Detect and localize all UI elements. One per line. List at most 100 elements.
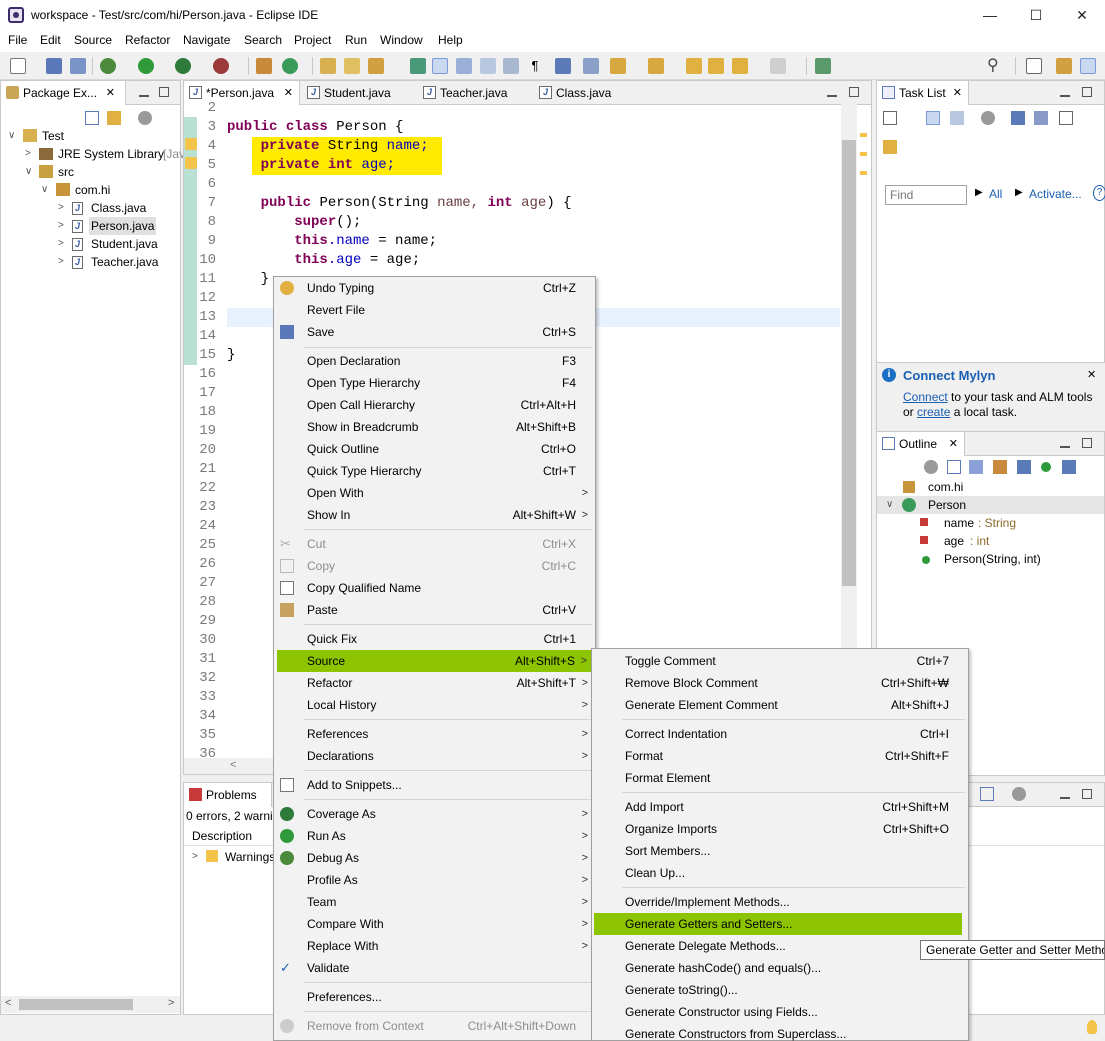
activate-link[interactable]: Activate... — [1029, 187, 1082, 201]
view-menu-icon[interactable] — [138, 111, 152, 125]
code-line-5[interactable]: private int age; — [227, 156, 395, 175]
focus-icon[interactable] — [1012, 787, 1026, 801]
menu-item-paste[interactable]: Paste Ctrl+V — [274, 599, 595, 621]
run-icon[interactable] — [138, 58, 154, 74]
submenu-organize-imports[interactable]: Organize Imports Ctrl+Shift+O — [592, 818, 968, 840]
scrollbar-thumb[interactable] — [842, 140, 856, 586]
maximize-view-icon[interactable] — [1082, 438, 1092, 448]
open-type-icon[interactable] — [320, 58, 336, 74]
submenu-remove-block-comment[interactable]: Remove Block Comment Ctrl+Shift+₩ — [592, 672, 968, 694]
next-annotation-icon[interactable] — [410, 58, 426, 74]
lightbulb-icon[interactable] — [1087, 1020, 1097, 1034]
minimize-view-icon[interactable] — [827, 87, 837, 97]
code-line-11[interactable]: } — [227, 270, 269, 289]
forward-history-icon[interactable] — [708, 58, 724, 74]
menu-item-quick-fix[interactable]: Quick Fix Ctrl+1 — [274, 628, 595, 650]
menu-item-remove-from-context[interactable]: Remove from Context Ctrl+Alt+Shift+Down — [274, 1015, 595, 1037]
minimize-button[interactable]: — — [967, 0, 1013, 30]
close-icon[interactable]: ✕ — [106, 81, 115, 105]
new-icon[interactable] — [10, 58, 26, 74]
forward-icon[interactable] — [770, 58, 786, 74]
code-line-9[interactable]: this.name = name; — [227, 232, 437, 251]
menu-window[interactable]: Window — [380, 33, 423, 47]
maximize-view-icon[interactable] — [1082, 789, 1092, 799]
pilcrow-icon[interactable]: ¶ — [527, 58, 543, 74]
categorized-icon[interactable] — [926, 111, 940, 125]
code-line-15[interactable]: } — [227, 346, 235, 365]
menu-item-open-call-hierarchy[interactable]: Open Call Hierarchy Ctrl+Alt+H — [274, 394, 595, 416]
scheduled-icon[interactable] — [950, 111, 964, 125]
profile-icon[interactable] — [213, 58, 229, 74]
menu-item-compare-with[interactable]: Compare With > — [274, 913, 595, 935]
code-line-10[interactable]: this.age = age; — [227, 251, 420, 270]
menu-item-run-as[interactable]: Run As > — [274, 825, 595, 847]
tab-package-explorer[interactable]: Package Ex... ✕ — [1, 81, 126, 105]
outline-class-person[interactable]: ∨ Person — [877, 496, 1104, 514]
link-with-editor-icon[interactable] — [107, 111, 121, 125]
menu-item-source[interactable]: Source Alt+Shift+S > — [277, 650, 591, 672]
open-console-icon[interactable] — [815, 58, 831, 74]
hide-completed-icon[interactable] — [1011, 111, 1025, 125]
java-ee-perspective-icon[interactable] — [1056, 58, 1072, 74]
menu-item-open-type-hierarchy[interactable]: Open Type Hierarchy F4 — [274, 372, 595, 394]
menu-help[interactable]: Help — [438, 33, 463, 47]
menu-edit[interactable]: Edit — [40, 33, 61, 47]
menu-item-cut[interactable]: ✂ Cut Ctrl+X — [274, 533, 595, 555]
menu-search[interactable]: Search — [244, 33, 282, 47]
focus-active-task-icon[interactable] — [924, 460, 938, 474]
menu-item-references[interactable]: References > — [274, 723, 595, 745]
menu-item-save[interactable]: Save Ctrl+S — [274, 321, 595, 343]
tab-teacher-java[interactable]: J Teacher.java — [418, 81, 528, 105]
menu-item-quick-type-hierarchy[interactable]: Quick Type Hierarchy Ctrl+T — [274, 460, 595, 482]
java-perspective-icon[interactable] — [1080, 58, 1096, 74]
minimize-view-icon[interactable] — [1060, 438, 1070, 448]
menu-item-replace-with[interactable]: Replace With > — [274, 935, 595, 957]
tab-student-java[interactable]: J Student.java — [302, 81, 412, 105]
menu-item-show-in-breadcrumb[interactable]: Show in Breadcrumb Alt+Shift+B — [274, 416, 595, 438]
hide-non-public-icon[interactable] — [1041, 462, 1051, 472]
help-icon[interactable]: ? — [1093, 185, 1105, 201]
code-line-8[interactable]: super(); — [227, 213, 361, 232]
scrollbar-thumb[interactable] — [19, 999, 133, 1010]
menu-item-preferences[interactable]: Preferences... — [274, 986, 595, 1008]
menu-item-open-declaration[interactable]: Open Declaration F3 — [274, 350, 595, 372]
code-line-7[interactable]: public Person(String name, int age) { — [227, 194, 572, 213]
search-icon[interactable]: ⚲ — [987, 58, 1003, 74]
menu-run[interactable]: Run — [345, 33, 367, 47]
maximize-button[interactable]: ☐ — [1013, 0, 1059, 30]
menu-item-add-to-snippets[interactable]: Add to Snippets... — [274, 774, 595, 796]
close-icon[interactable]: ✕ — [1087, 368, 1096, 381]
minimize-view-icon[interactable] — [1060, 87, 1070, 97]
toggle-mark-occurrences-icon[interactable] — [432, 58, 448, 74]
horizontal-scrollbar[interactable]: < > — [1, 996, 180, 1013]
maximize-view-icon[interactable] — [159, 87, 169, 97]
save-all-icon[interactable] — [70, 58, 86, 74]
code-line-3[interactable]: public class Person { — [227, 118, 403, 137]
code-line-4[interactable]: private String name; — [227, 137, 429, 156]
task-find-input[interactable]: Find — [885, 185, 967, 205]
submenu-toggle-comment[interactable]: Toggle Comment Ctrl+7 — [592, 650, 968, 672]
submenu-override-implement[interactable]: Override/Implement Methods... — [592, 891, 968, 913]
coverage-icon[interactable] — [175, 58, 191, 74]
filter-icon[interactable] — [980, 787, 994, 801]
maximize-view-icon[interactable] — [1082, 87, 1092, 97]
connect-link[interactable]: Connect — [903, 390, 948, 404]
minimize-view-icon[interactable] — [139, 87, 149, 97]
menu-item-copy-qualified-name[interactable]: Copy Qualified Name — [274, 577, 595, 599]
submenu-generate-constructors-superclass[interactable]: Generate Constructors from Superclass... — [592, 1023, 968, 1041]
menu-item-refactor[interactable]: Refactor Alt+Shift+T > — [274, 672, 595, 694]
word-wrap-icon[interactable] — [480, 58, 496, 74]
toggle-block-selection-icon[interactable] — [456, 58, 472, 74]
new-package-icon[interactable] — [256, 58, 272, 74]
menu-item-revert-file[interactable]: Revert File — [274, 299, 595, 321]
toggle-breadcrumb-icon[interactable] — [555, 58, 571, 74]
open-resource-icon[interactable] — [344, 58, 360, 74]
menu-item-open-with[interactable]: Open With > — [274, 482, 595, 504]
menu-navigate[interactable]: Navigate — [183, 33, 230, 47]
close-icon[interactable]: ✕ — [284, 81, 293, 105]
new-task-icon[interactable] — [883, 111, 897, 125]
synchronize-icon[interactable] — [1059, 111, 1073, 125]
submenu-clean-up[interactable]: Clean Up... — [592, 862, 968, 884]
collapse-all-icon[interactable] — [85, 111, 99, 125]
submenu-add-import[interactable]: Add Import Ctrl+Shift+M — [592, 796, 968, 818]
